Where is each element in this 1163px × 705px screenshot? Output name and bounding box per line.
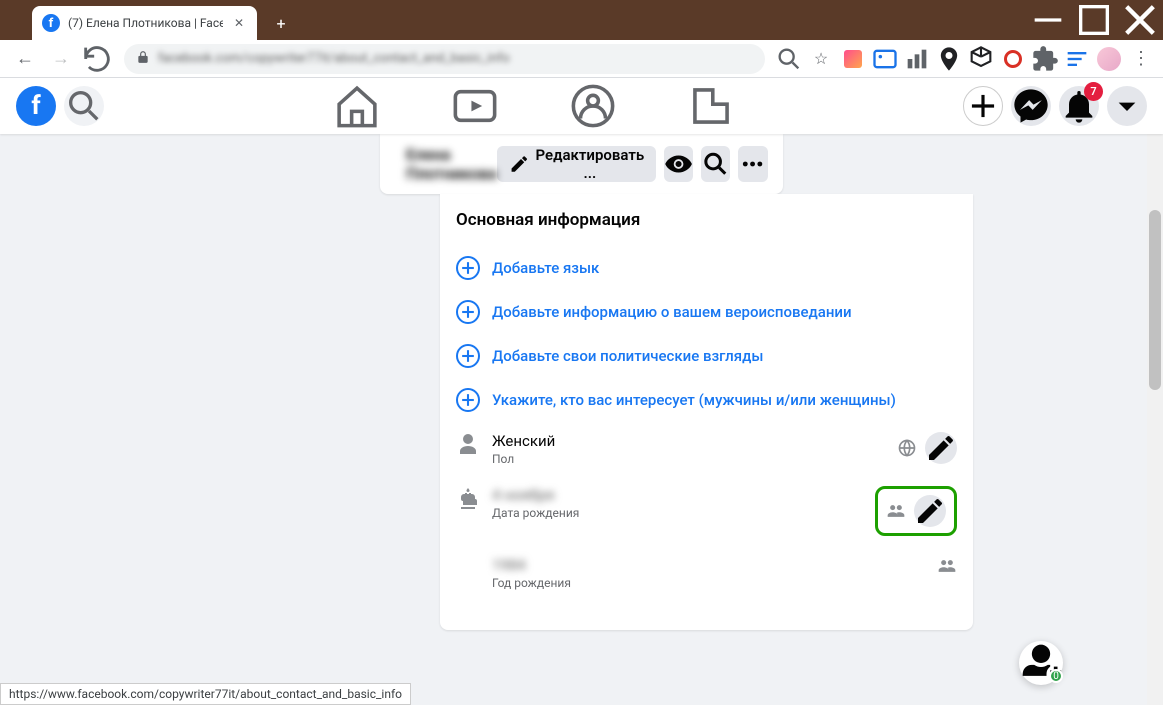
edit-birthday-button[interactable] <box>914 495 946 527</box>
profile-actions: Редактировать ... <box>497 146 768 182</box>
new-message-floating-button[interactable]: 0 <box>1019 641 1063 685</box>
extension-bars-icon[interactable] <box>903 45 931 73</box>
star-icon[interactable]: ☆ <box>807 45 835 73</box>
extension-lines-icon[interactable] <box>1063 45 1091 73</box>
reload-button[interactable] <box>80 42 114 76</box>
extension-pin-icon[interactable] <box>935 45 963 73</box>
browser-toolbar: ← → facebook.com/copywriter77it/about_co… <box>0 40 1163 78</box>
gender-label: Пол <box>492 452 885 466</box>
plus-icon <box>456 344 480 368</box>
basic-info-card: Основная информация Добавьте язык Добавь… <box>440 194 973 630</box>
facebook-favicon: f <box>42 14 60 32</box>
back-button[interactable]: ← <box>8 42 42 76</box>
search-button[interactable] <box>64 86 104 126</box>
birthday-label: Дата рождения <box>492 506 863 520</box>
floating-badge: 0 <box>1049 669 1063 683</box>
url-text: facebook.com/copywriter77it/about_contac… <box>158 51 510 66</box>
nav-gaming[interactable] <box>656 81 766 131</box>
add-interested-label: Укажите, кто вас интересует (мужчины и/и… <box>492 391 896 409</box>
notification-badge: 7 <box>1084 82 1103 101</box>
nav-watch[interactable] <box>420 81 530 131</box>
add-language-label: Добавьте язык <box>492 259 599 277</box>
tab-close-icon[interactable]: ✕ <box>231 15 247 31</box>
add-political-row[interactable]: Добавьте свои политические взгляды <box>456 334 957 378</box>
maximize-button[interactable] <box>1071 0 1117 40</box>
zoom-icon[interactable] <box>775 45 803 73</box>
add-religion-row[interactable]: Добавьте информацию о вашем вероисповеда… <box>456 290 957 334</box>
birthyear-row: 1984 Год рождения <box>456 546 957 600</box>
page-body: f 7 Еле <box>0 78 1163 705</box>
browser-status-bar: https://www.facebook.com/copywriter77it/… <box>0 683 411 705</box>
add-interested-row[interactable]: Укажите, кто вас интересует (мужчины и/и… <box>456 378 957 422</box>
toolbar-extensions: ☆ ⋮ <box>775 45 1155 73</box>
user-avatar-icon[interactable] <box>1095 45 1123 73</box>
plus-icon <box>456 300 480 324</box>
search-profile-button[interactable] <box>701 146 730 182</box>
add-language-row[interactable]: Добавьте язык <box>456 246 957 290</box>
add-religion-label: Добавьте информацию о вашем вероисповеда… <box>492 303 852 321</box>
profile-bar: Елена Плотникова Редактировать ... <box>380 134 783 194</box>
lock-icon <box>136 50 150 68</box>
nav-home[interactable] <box>302 81 412 131</box>
messenger-button[interactable] <box>1011 86 1051 126</box>
browser-tab[interactable]: f (7) Елена Плотникова | Facebook ✕ <box>32 6 257 40</box>
globe-icon[interactable] <box>897 438 917 458</box>
gender-value: Женский <box>492 432 885 450</box>
plus-icon <box>456 388 480 412</box>
scrollbar-track[interactable] <box>1147 78 1163 705</box>
gender-row: Женский Пол <box>456 422 957 476</box>
edit-gender-button[interactable] <box>925 432 957 464</box>
scrollbar-thumb[interactable] <box>1149 210 1161 390</box>
cake-icon <box>456 486 480 510</box>
profile-name: Елена Плотникова <box>406 145 497 183</box>
facebook-right-actions: 7 <box>963 86 1147 126</box>
forward-button[interactable]: → <box>44 42 78 76</box>
birthday-value: 4 ноября <box>492 486 863 504</box>
highlight-annotation <box>875 486 957 536</box>
url-bar[interactable]: facebook.com/copywriter77it/about_contac… <box>124 44 765 74</box>
window-controls <box>1025 0 1163 40</box>
extension-cube-icon[interactable] <box>967 45 995 73</box>
browser-menu-button[interactable]: ⋮ <box>1127 45 1155 73</box>
add-political-label: Добавьте свои политические взгляды <box>492 347 763 365</box>
close-window-button[interactable] <box>1117 0 1163 40</box>
facebook-header: f 7 <box>0 78 1163 134</box>
browser-titlebar: f (7) Елена Плотникова | Facebook ✕ + <box>0 0 1163 40</box>
notifications-button[interactable]: 7 <box>1059 86 1099 126</box>
extensions-puzzle-icon[interactable] <box>1031 45 1059 73</box>
tab-title: (7) Елена Плотникова | Facebook <box>68 16 223 30</box>
birthyear-label: Год рождения <box>492 576 925 590</box>
edit-button-label: Редактировать ... <box>535 146 644 182</box>
minimize-button[interactable] <box>1025 0 1071 40</box>
friends-icon[interactable] <box>886 501 906 521</box>
edit-profile-button[interactable]: Редактировать ... <box>497 146 656 182</box>
section-title: Основная информация <box>456 210 957 230</box>
new-tab-button[interactable]: + <box>267 9 295 37</box>
friends-icon[interactable] <box>937 556 957 576</box>
spacer-icon <box>456 556 480 580</box>
extension-redO-icon[interactable] <box>999 45 1027 73</box>
extension-gradient-icon[interactable] <box>839 45 867 73</box>
extension-frame-icon[interactable] <box>871 45 899 73</box>
account-menu-button[interactable] <box>1107 86 1147 126</box>
facebook-nav <box>104 81 963 131</box>
person-icon <box>456 432 480 456</box>
birthyear-value: 1984 <box>492 556 925 574</box>
view-as-button[interactable] <box>664 146 693 182</box>
more-profile-button[interactable] <box>738 146 767 182</box>
facebook-logo[interactable]: f <box>16 86 56 126</box>
plus-icon <box>456 256 480 280</box>
nav-groups[interactable] <box>538 81 648 131</box>
create-button[interactable] <box>963 86 1003 126</box>
birthday-row: 4 ноября Дата рождения <box>456 476 957 546</box>
